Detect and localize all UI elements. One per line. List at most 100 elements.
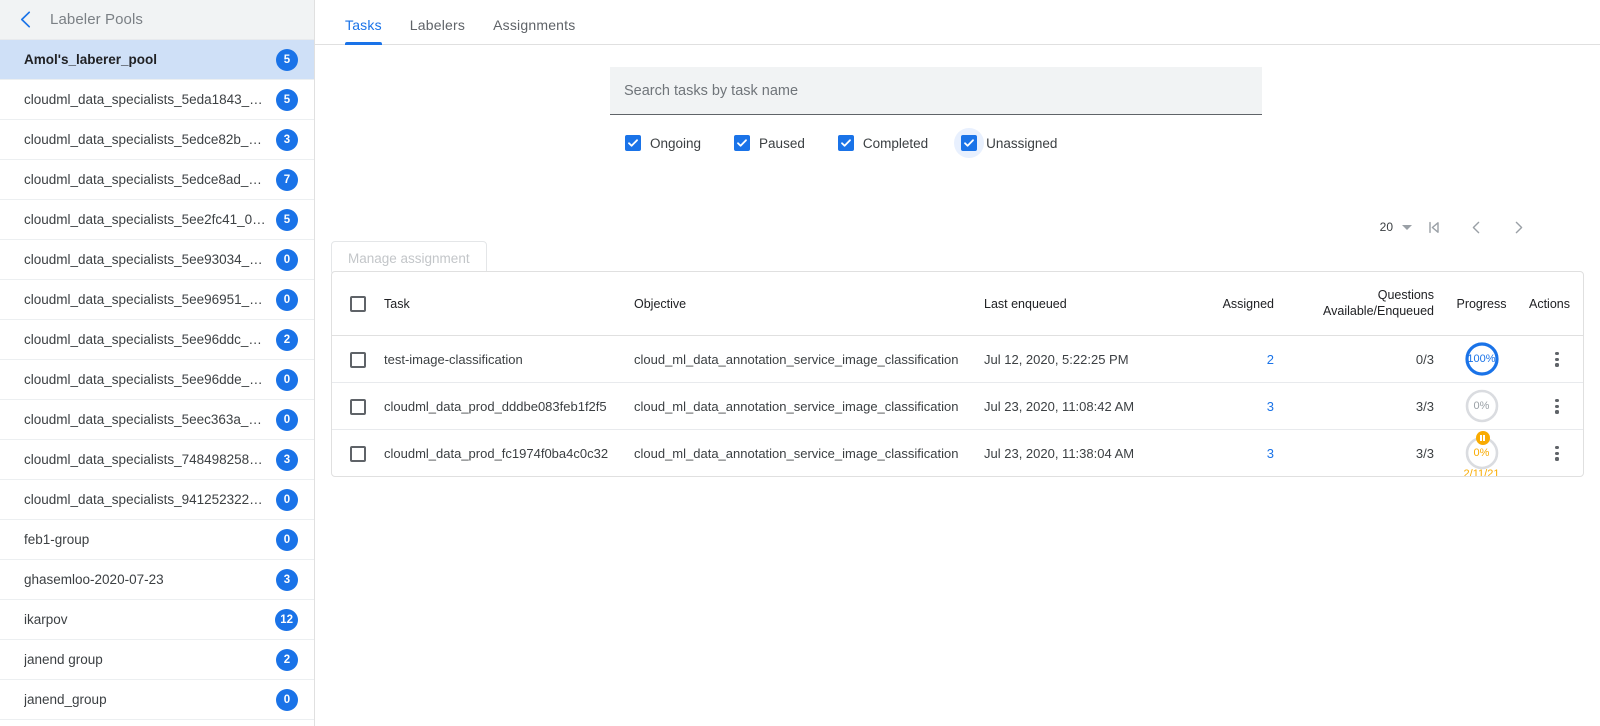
cell-questions: 3/3: [1274, 383, 1434, 430]
tab-labelers[interactable]: Labelers: [396, 17, 479, 44]
filter-unassigned[interactable]: Unassigned: [954, 128, 1057, 158]
tasks-table-card: Task Objective Last enqueued Assigned Qu…: [331, 271, 1584, 477]
filter-label: Unassigned: [986, 136, 1057, 151]
filter-label: Ongoing: [650, 136, 701, 151]
progress-indicator: 0%2/11/21: [1450, 430, 1514, 476]
pool-name: cloudml_data_specialists_941252322120…: [24, 492, 276, 507]
row-select-cell: [332, 336, 384, 383]
column-header-task[interactable]: Task: [384, 272, 634, 336]
pool-name: janend group: [24, 652, 276, 667]
select-all-checkbox[interactable]: [350, 296, 366, 312]
chevron-left-icon[interactable]: [14, 9, 36, 31]
cell-last-enqueued: Jul 23, 2020, 11:08:42 AM: [984, 383, 1169, 430]
cell-task: cloudml_data_prod_dddbe083feb1f2f5: [384, 383, 634, 430]
more-options-icon[interactable]: [1543, 390, 1571, 422]
pool-member-count-badge: 2: [276, 329, 298, 351]
search-input[interactable]: Search tasks by task name: [610, 67, 1262, 115]
pool-name: cloudml_data_specialists_5ee96dde_000…: [24, 372, 276, 387]
previous-page-button[interactable]: [1456, 207, 1496, 247]
row-select-cell: [332, 383, 384, 430]
column-header-objective[interactable]: Objective: [634, 272, 984, 336]
list-item[interactable]: feb1-group0: [0, 520, 314, 560]
next-page-button[interactable]: [1498, 207, 1538, 247]
list-item[interactable]: cloudml_data_specialists_5ee96ddc_000…2: [0, 320, 314, 360]
pool-name: cloudml_data_specialists_5ee93034_000…: [24, 252, 276, 267]
table-row[interactable]: cloudml_data_prod_dddbe083feb1f2f5cloud_…: [332, 383, 1584, 430]
list-item[interactable]: ikarpov12: [0, 600, 314, 640]
cell-actions: [1529, 383, 1584, 430]
list-item[interactable]: cloudml_data_specialists_748498258068…3: [0, 440, 314, 480]
pool-member-count-badge: 5: [276, 209, 298, 231]
pool-member-count-badge: 3: [276, 449, 298, 471]
list-item[interactable]: cloudml_data_specialists_5edce8ad_000…7: [0, 160, 314, 200]
pool-member-count-badge: 0: [276, 529, 298, 551]
list-item[interactable]: cloudml_data_specialists_5eec363a_000…0: [0, 400, 314, 440]
list-item[interactable]: Amol's_laberer_pool5: [0, 40, 314, 80]
progress-donut: 100%: [1465, 342, 1499, 376]
cell-questions: 0/3: [1274, 336, 1434, 383]
list-item[interactable]: cloudml_data_specialists_5eda1843_000…5: [0, 80, 314, 120]
pool-name: ikarpov: [24, 612, 275, 627]
assigned-link[interactable]: 2: [1267, 352, 1274, 367]
pool-name: cloudml_data_specialists_5ee96951_000…: [24, 292, 276, 307]
pool-member-count-badge: 0: [276, 489, 298, 511]
filter-paused[interactable]: Paused: [727, 128, 805, 158]
cell-assigned: 3: [1169, 430, 1274, 477]
row-select-cell: [332, 430, 384, 477]
checkbox-ongoing[interactable]: [618, 128, 648, 158]
pool-member-count-badge: 2: [276, 649, 298, 671]
list-item[interactable]: janend_group0: [0, 680, 314, 720]
row-checkbox[interactable]: [350, 399, 366, 415]
table-row[interactable]: cloudml_data_prod_fc1974f0ba4c0c32cloud_…: [332, 430, 1584, 477]
pool-name: cloudml_data_specialists_5ee2fc41_0000…: [24, 212, 276, 227]
row-checkbox[interactable]: [350, 352, 366, 368]
pool-name: cloudml_data_specialists_5edce82b_000…: [24, 132, 276, 147]
manage-assignment-button[interactable]: Manage assignment: [331, 241, 487, 275]
cell-assigned: 3: [1169, 383, 1274, 430]
column-header-progress[interactable]: Progress: [1434, 272, 1529, 336]
tasks-content: Search tasks by task name Ongoing Paused C…: [315, 45, 1600, 726]
list-item[interactable]: cloudml_data_specialists_941252322120…0: [0, 480, 314, 520]
more-options-icon[interactable]: [1543, 437, 1571, 469]
checkbox-paused[interactable]: [727, 128, 757, 158]
search-placeholder: Search tasks by task name: [624, 83, 798, 99]
list-item[interactable]: cloudml_data_specialists_5edce82b_000…3: [0, 120, 314, 160]
questions-header-line1: Questions: [1274, 288, 1434, 304]
list-item[interactable]: janend group2: [0, 640, 314, 680]
more-options-icon[interactable]: [1543, 343, 1571, 375]
pool-name: cloudml_data_specialists_5eda1843_000…: [24, 92, 276, 107]
column-header-questions[interactable]: Questions Available/Enqueued: [1274, 272, 1434, 336]
column-header-last-enqueued[interactable]: Last enqueued: [984, 272, 1169, 336]
column-header-assigned[interactable]: Assigned: [1169, 272, 1274, 336]
filter-ongoing[interactable]: Ongoing: [618, 128, 701, 158]
row-checkbox[interactable]: [350, 446, 366, 462]
cell-task: cloudml_data_prod_fc1974f0ba4c0c32: [384, 430, 634, 477]
labeler-pool-list[interactable]: Amol's_laberer_pool5cloudml_data_special…: [0, 40, 314, 726]
assigned-link[interactable]: 3: [1267, 399, 1274, 414]
assigned-link[interactable]: 3: [1267, 446, 1274, 461]
list-item[interactable]: cloudml_data_specialists_5ee93034_000…0: [0, 240, 314, 280]
cell-progress: 0%2/11/21: [1434, 430, 1529, 477]
list-item[interactable]: cloudml_data_specialists_5ee96951_000…0: [0, 280, 314, 320]
tab-tasks[interactable]: Tasks: [331, 17, 396, 44]
cell-actions: [1529, 336, 1584, 383]
pool-member-count-badge: 7: [276, 169, 298, 191]
filter-completed[interactable]: Completed: [831, 128, 928, 158]
checkbox-unassigned[interactable]: [954, 128, 984, 158]
table-header-row: Task Objective Last enqueued Assigned Qu…: [332, 272, 1584, 336]
tab-assignments[interactable]: Assignments: [479, 17, 589, 44]
table-row[interactable]: test-image-classificationcloud_ml_data_a…: [332, 336, 1584, 383]
table-head: Task Objective Last enqueued Assigned Qu…: [332, 272, 1584, 336]
select-all-header: [332, 272, 384, 336]
page-size-select[interactable]: 20: [1380, 220, 1412, 234]
checkbox-completed[interactable]: [831, 128, 861, 158]
pool-name: cloudml_data_specialists_5eec363a_000…: [24, 412, 276, 427]
first-page-button[interactable]: [1414, 207, 1454, 247]
list-item[interactable]: cloudml_data_specialists_5ee96dde_000…0: [0, 360, 314, 400]
pool-member-count-badge: 5: [276, 49, 298, 71]
list-item[interactable]: ghasemloo-2020-07-233: [0, 560, 314, 600]
pool-member-count-badge: 5: [276, 89, 298, 111]
list-item[interactable]: cloudml_data_specialists_5ee2fc41_0000…5: [0, 200, 314, 240]
filter-label: Completed: [863, 136, 928, 151]
labeler-pools-page: Labeler Pools Amol's_laberer_pool5cloudm…: [0, 0, 1600, 726]
